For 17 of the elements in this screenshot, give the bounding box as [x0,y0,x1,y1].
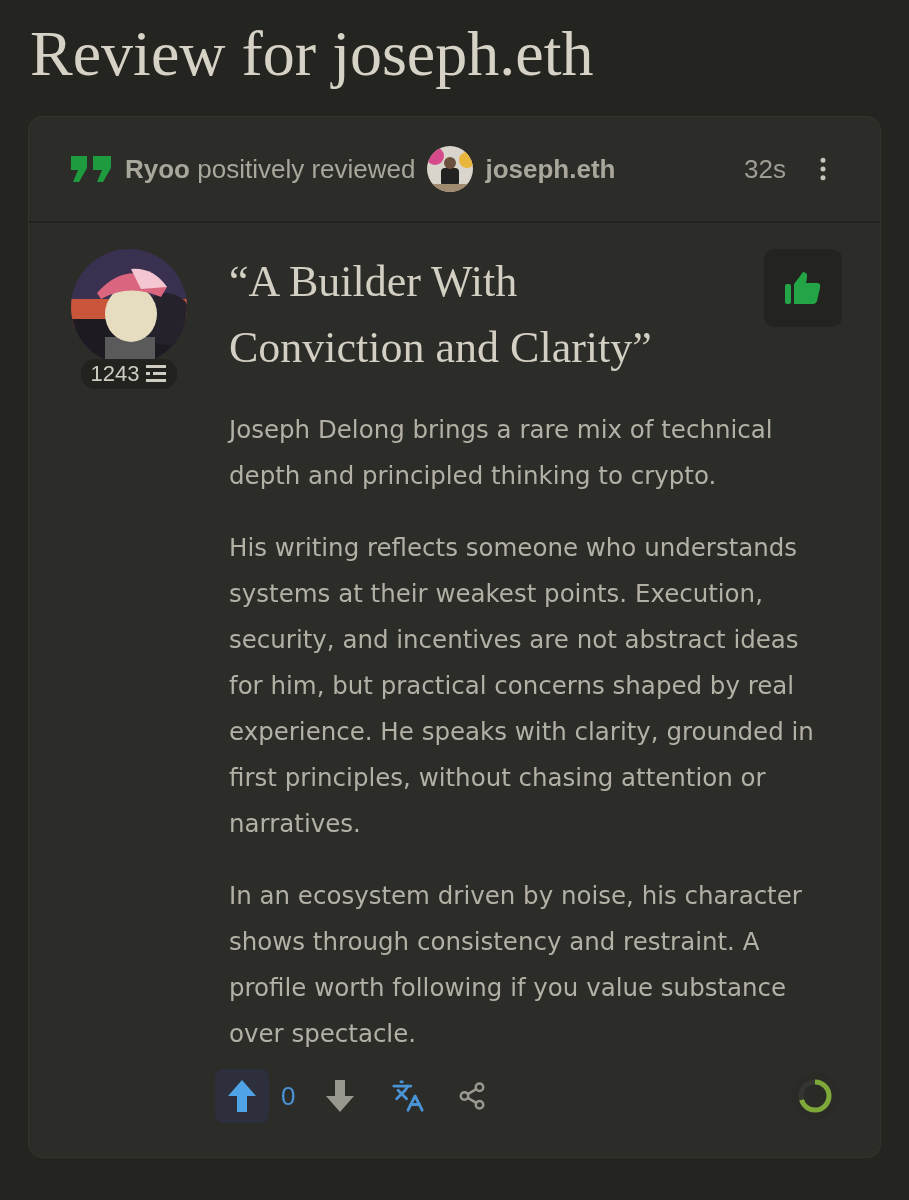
thumbs-up-icon [783,270,823,306]
review-title: “A Builder With Conviction and Clarity” [229,256,653,374]
score-value: 1243 [90,361,140,387]
translate-button[interactable] [391,1079,426,1113]
page-title: Review for joseph.eth [30,17,595,91]
tiers-icon [145,364,168,384]
arrow-up-icon [226,1078,258,1114]
subject-name[interactable]: joseph.eth [485,153,616,185]
arrow-down-icon [324,1078,357,1114]
time-ago: 32s [744,153,786,185]
upvote-button[interactable] [215,1069,269,1123]
review-summary: Ryoo positively reviewed [125,153,416,185]
review-paragraph: Joseph Delong brings a rare mix of technical depth and principled thinking to crypto. [229,414,774,492]
review-paragraph: In an ecosystem driven by noise, his character shows through consistency and restraint. A profile worth following if you value substance over spectacle. [229,880,803,1050]
logo-icon [71,154,113,184]
vote-count: 0 [281,1080,296,1112]
review-paragraph: His writing reflects someone who understands systems at their weakest points. Execution, security, and incentives are not abstract ideas for him, but practical concerns shaped by real experience. He speaks with clarity, grounded in first principles, without chasing attention or narratives. [229,532,815,840]
